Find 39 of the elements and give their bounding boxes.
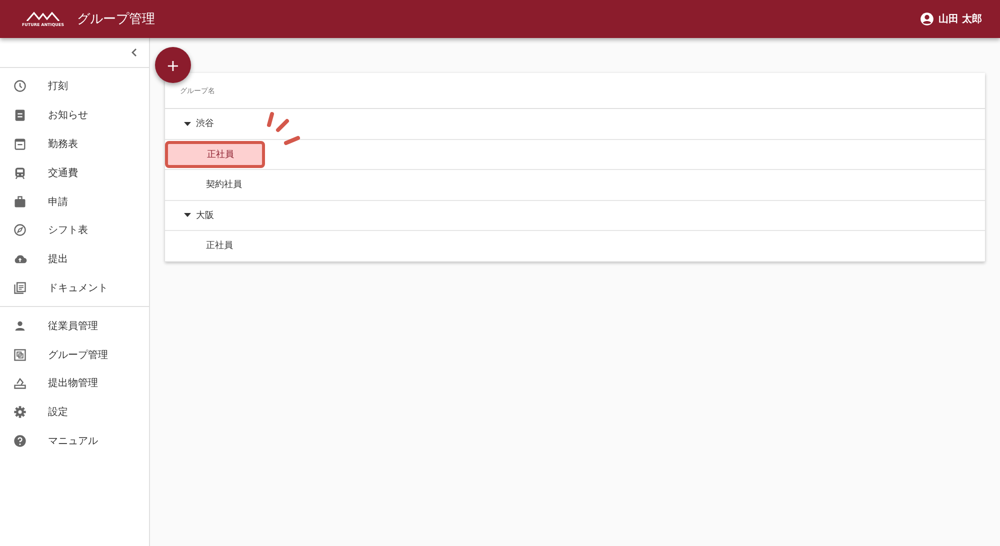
emphasis-marks-icon xyxy=(265,112,301,146)
sidebar-item[interactable]: お知らせ xyxy=(0,100,149,130)
tree-item[interactable]: 契約社員 xyxy=(205,178,243,192)
sidebar-item[interactable]: マニュアル xyxy=(0,426,149,456)
add-button[interactable]: + xyxy=(155,47,191,83)
gear-icon xyxy=(13,405,27,420)
sidebar-item[interactable]: 提出 xyxy=(0,244,149,274)
train-icon xyxy=(13,166,27,180)
sidebar-item[interactable]: シフト表 xyxy=(0,216,149,245)
docs-icon xyxy=(13,280,27,295)
mountain-logo-icon xyxy=(26,11,60,21)
chevron-left-icon[interactable] xyxy=(131,48,137,57)
caret-icon xyxy=(184,213,191,218)
person-icon xyxy=(13,318,27,333)
tree-group-row[interactable]: 渋谷 xyxy=(165,109,985,140)
sidebar-item[interactable]: 従業員管理 xyxy=(0,311,149,340)
sidebar-item[interactable]: 打刻 xyxy=(0,72,149,101)
user-name[interactable]: 山田 太郎 xyxy=(938,12,982,26)
sidebar-item[interactable]: 交通費 xyxy=(0,158,149,188)
account-icon[interactable] xyxy=(920,12,934,26)
caret-icon xyxy=(184,122,191,126)
compass-icon xyxy=(13,223,27,238)
clock-icon xyxy=(13,79,27,94)
sidebar-item[interactable]: グループ管理 xyxy=(0,340,149,369)
tree-group-row[interactable]: 大阪 xyxy=(165,200,985,231)
page-title: グループ管理 xyxy=(77,11,155,28)
sidebar-item[interactable]: 勤務表 xyxy=(0,130,149,158)
tree-item[interactable]: 正社員 xyxy=(205,239,234,252)
calendar-icon xyxy=(13,136,27,151)
clipboard-icon xyxy=(13,108,27,122)
tree-item[interactable]: 正社員 xyxy=(165,140,265,168)
group-icon xyxy=(13,348,27,362)
tray-icon xyxy=(13,376,27,390)
help-icon xyxy=(13,434,27,448)
sidebar-item[interactable]: 提出物管理 xyxy=(0,368,149,398)
sidebar-item[interactable]: 申請 xyxy=(0,187,149,216)
briefcase-icon xyxy=(13,194,27,209)
sidebar-item[interactable]: ドキュメント xyxy=(0,274,149,302)
sidebar-item[interactable]: 設定 xyxy=(0,398,149,427)
